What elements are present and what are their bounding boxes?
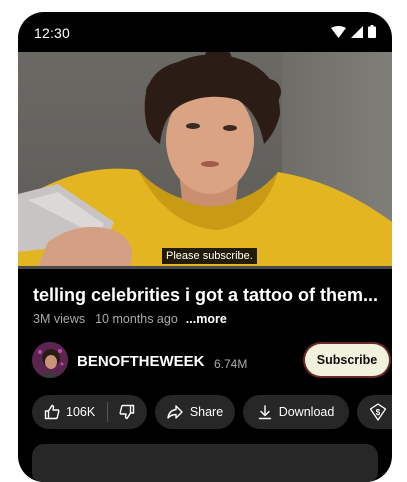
video-progress-bar[interactable] <box>18 266 392 269</box>
download-icon <box>258 404 271 419</box>
video-player[interactable]: Please subscribe. <box>18 52 392 266</box>
thanks-dollar-icon: $ <box>369 403 387 421</box>
view-count: 3M views <box>33 312 86 326</box>
video-meta[interactable]: 3M views 10 months ago ...more <box>33 312 227 326</box>
upload-age: 10 months ago <box>95 312 178 326</box>
wifi-icon <box>331 25 346 38</box>
video-title[interactable]: telling celebrities i got a tattoo of th… <box>33 285 385 306</box>
thumbs-up-icon <box>44 404 60 420</box>
like-button[interactable]: 106K <box>32 404 107 420</box>
svg-text:$: $ <box>376 408 381 417</box>
more-link[interactable]: ...more <box>186 312 227 326</box>
channel-avatar[interactable] <box>32 342 68 378</box>
download-label: Download <box>278 405 335 419</box>
subscribe-button[interactable]: Subscribe <box>305 344 389 376</box>
video-caption: Please subscribe. <box>162 248 257 264</box>
video-frame <box>18 52 392 266</box>
status-bar: 12:30 <box>18 12 392 52</box>
share-button[interactable]: Share <box>155 395 235 429</box>
action-bar: 106K Share Download $ <box>32 395 392 429</box>
like-count: 106K <box>66 405 96 419</box>
channel-name[interactable]: BENOFTHEWEEK <box>77 353 205 370</box>
like-dislike-group: 106K <box>32 395 147 429</box>
thanks-button[interactable]: $ <box>357 395 392 429</box>
share-label: Share <box>189 405 224 419</box>
dislike-button[interactable] <box>108 404 147 420</box>
subscriber-count: 6.74M <box>214 357 248 371</box>
battery-icon <box>368 25 376 38</box>
phone-screen: 12:30 Please subscribe. telling celebrit… <box>18 12 392 482</box>
status-time: 12:30 <box>34 25 71 41</box>
thumbs-down-icon <box>119 404 135 420</box>
cellular-signal-icon <box>351 25 363 38</box>
share-icon <box>167 405 183 419</box>
download-button[interactable]: Download <box>243 395 349 429</box>
channel-row: BENOFTHEWEEK 6.74M Subscribe <box>32 342 392 382</box>
status-icons <box>331 25 376 38</box>
comments-panel[interactable] <box>32 444 378 482</box>
